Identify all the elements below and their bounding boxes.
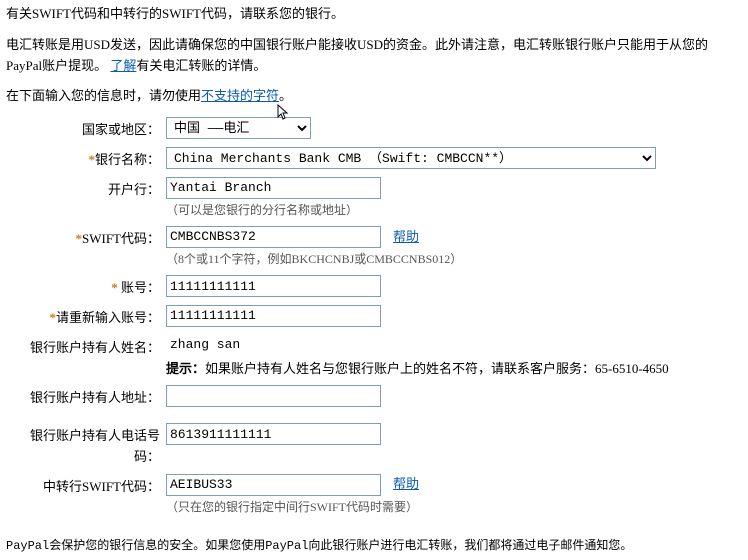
account-input[interactable] [166, 275, 381, 297]
swift-hint: （8个或11个字符，例如BKCHCNBJ或CMBCCNBS012） [166, 250, 462, 269]
bank-form: 国家或地区： 中国 ——电汇 *银行名称： China Merchants Ba… [26, 117, 742, 517]
country-label: 国家或地区： [26, 117, 166, 141]
swift-help-link[interactable]: 帮助 [393, 227, 419, 248]
swift-label: SWIFT代码： [82, 231, 160, 246]
footer-note: PayPal会保护您的银行信息的安全。如果您使用PayPal向此银行账户进行电汇… [6, 537, 742, 556]
bank-name-select[interactable]: China Merchants Bank CMB （Swift: CMBCCN*… [166, 147, 656, 169]
inter-swift-help-link[interactable]: 帮助 [393, 474, 419, 495]
inter-swift-label: 中转行SWIFT代码： [26, 474, 166, 498]
branch-label: 开户行： [26, 177, 166, 201]
holder-phone-input[interactable] [166, 423, 381, 445]
holder-name-tip: 提示：如果账户持有人姓名与您银行账户上的姓名不符，请联系客户服务：65-6510… [166, 359, 669, 380]
learn-more-link[interactable]: 了解 [110, 58, 136, 73]
required-marker: * [111, 280, 118, 295]
account-confirm-label: 请重新输入账号： [56, 310, 160, 325]
tip-label: 提示： [166, 361, 205, 376]
inter-swift-input[interactable] [166, 474, 381, 496]
tip-text: 如果账户持有人姓名与您银行账户上的姓名不符，请联系客户服务：65-6510-46… [205, 361, 669, 376]
holder-addr-input[interactable] [166, 385, 381, 407]
intro-swift-note: 有关SWIFT代码和中转行的SWIFT代码，请联系您的银行。 [6, 4, 742, 25]
holder-name-label: 银行账户持有人姓名： [26, 335, 166, 359]
unsupported-chars-link[interactable]: 不支持的字符 [201, 88, 279, 103]
bank-name-label: 银行名称： [95, 152, 160, 167]
holder-addr-label: 银行账户持有人地址： [26, 385, 166, 409]
account-confirm-input[interactable] [166, 305, 381, 327]
intro-usd-suffix: 有关电汇转账的详情。 [136, 58, 266, 73]
holder-name-value: zhang san [170, 335, 669, 356]
intro-chars-suffix: 。 [279, 88, 292, 103]
swift-input[interactable] [166, 226, 381, 248]
branch-input[interactable] [166, 177, 381, 199]
branch-hint: （可以是您银行的分行名称或地址） [166, 201, 381, 220]
account-label: 账号： [121, 280, 160, 295]
inter-swift-hint: （只在您的银行指定中间行SWIFT代码时需要） [166, 498, 419, 517]
holder-phone-label: 银行账户持有人电话号码： [26, 423, 166, 468]
intro-chars-note: 在下面输入您的信息时，请勿使用不支持的字符。 [6, 86, 742, 107]
intro-chars-prefix: 在下面输入您的信息时，请勿使用 [6, 88, 201, 103]
intro-usd-note: 电汇转账是用USD发送，因此请确保您的中国银行账户能接收USD的资金。此外请注意… [6, 35, 742, 77]
